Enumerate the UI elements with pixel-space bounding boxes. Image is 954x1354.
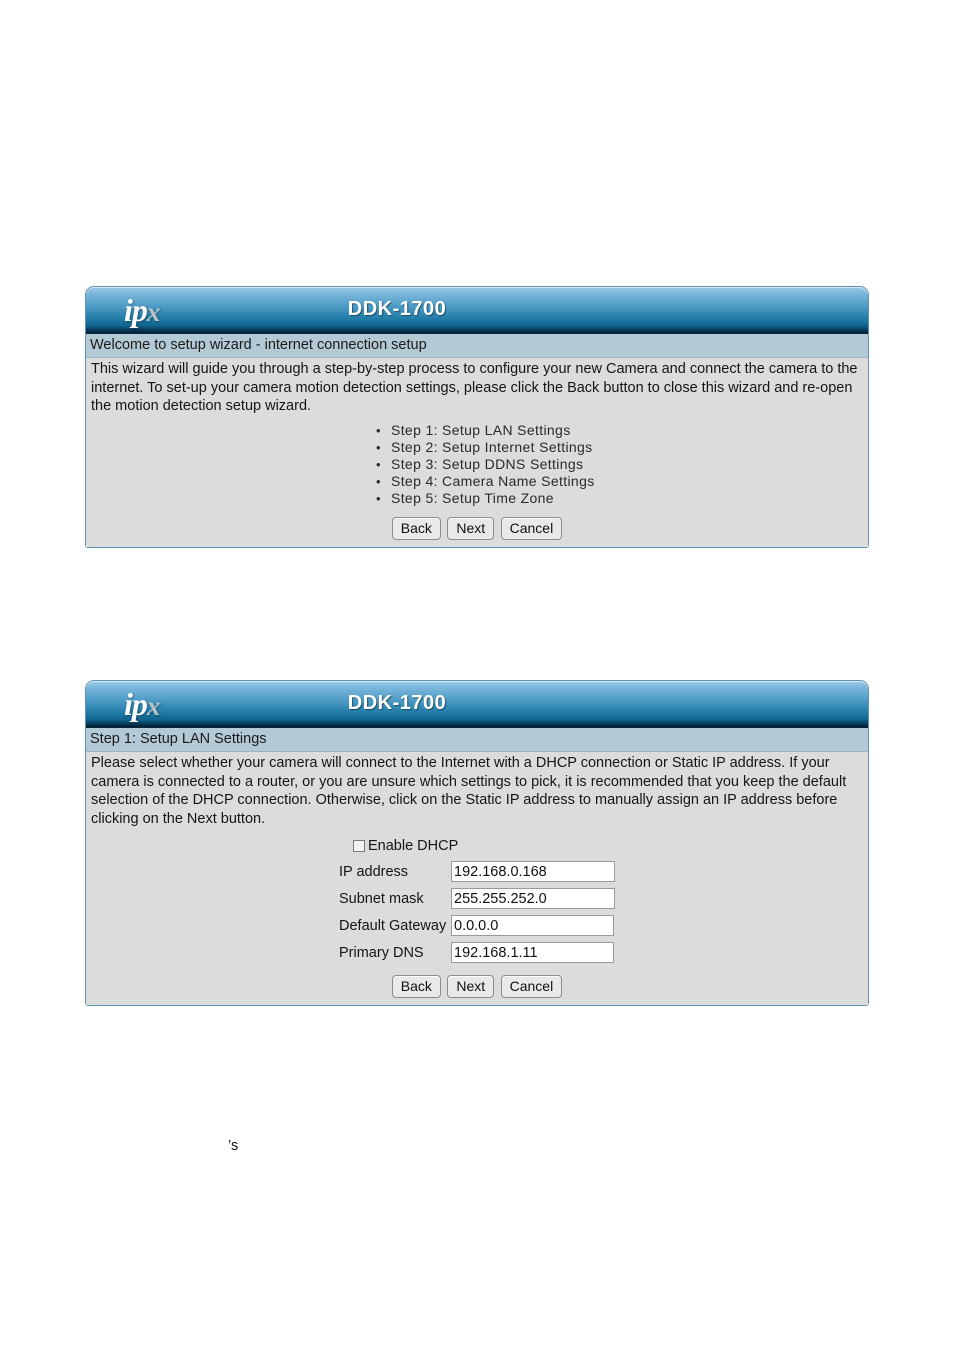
back-button[interactable]: Back [391,516,441,540]
enable-dhcp-label: Enable DHCP [368,838,459,854]
button-row-welcome: Back Next Cancel [91,513,863,547]
back-button[interactable]: Back [391,975,441,998]
panel-body-welcome: This wizard will guide you through a ste… [86,358,868,547]
panel-subtitle-welcome: Welcome to setup wizard - internet conne… [86,334,868,358]
list-item: Step 1: Setup LAN Settings [91,422,863,439]
model-title: DDK-1700 [347,298,447,320]
model-title: DDK-1700 [347,692,447,714]
ip-address-field[interactable] [451,861,615,882]
setup-wizard-panel-welcome: ipx DDK-1700 Welcome to setup wizard - i… [85,286,869,548]
lan-description: Please select whether your camera will c… [91,755,847,827]
panel-body-lan: Please select whether your camera will c… [86,752,868,1005]
enable-dhcp-row: Enable DHCP [353,838,863,854]
default-gateway-row: Default Gateway [339,915,863,936]
primary-dns-field[interactable] [451,942,614,963]
panel-subtitle-lan: Step 1: Setup LAN Settings [86,728,868,752]
cancel-button[interactable]: Cancel [500,975,563,998]
subnet-mask-field[interactable] [451,888,615,909]
panel-header-welcome: ipx DDK-1700 [86,287,868,334]
panel-header-lan: ipx DDK-1700 [86,681,868,728]
primary-dns-label: Primary DNS [339,944,424,961]
list-item: Step 4: Camera Name Settings [91,473,863,490]
subnet-mask-row: Subnet mask [339,888,863,909]
list-item: Step 3: Setup DDNS Settings [91,456,863,473]
default-gateway-field[interactable] [451,915,614,936]
ip-address-row: IP address [339,861,863,882]
wizard-step-list: Step 1: Setup LAN Settings Step 2: Setup… [91,422,863,507]
welcome-description: This wizard will guide you through a ste… [91,361,858,414]
lan-settings-form: Enable DHCP IP address Subnet mask Defau… [91,832,863,971]
setup-wizard-panel-lan-settings: ipx DDK-1700 Step 1: Setup LAN Settings … [85,680,869,1006]
ip-address-label: IP address [339,863,409,880]
primary-dns-row: Primary DNS [339,942,863,963]
next-button[interactable]: Next [447,516,495,540]
stray-text-fragment: ’s [228,1138,239,1154]
button-row-lan: Back Next Cancel [91,971,863,1005]
next-button[interactable]: Next [447,975,495,998]
list-item: Step 2: Setup Internet Settings [91,439,863,456]
subnet-mask-label: Subnet mask [339,890,424,907]
default-gateway-label: Default Gateway [339,917,447,934]
cancel-button[interactable]: Cancel [500,516,563,540]
list-item: Step 5: Setup Time Zone [91,490,863,507]
enable-dhcp-checkbox[interactable] [353,840,365,852]
